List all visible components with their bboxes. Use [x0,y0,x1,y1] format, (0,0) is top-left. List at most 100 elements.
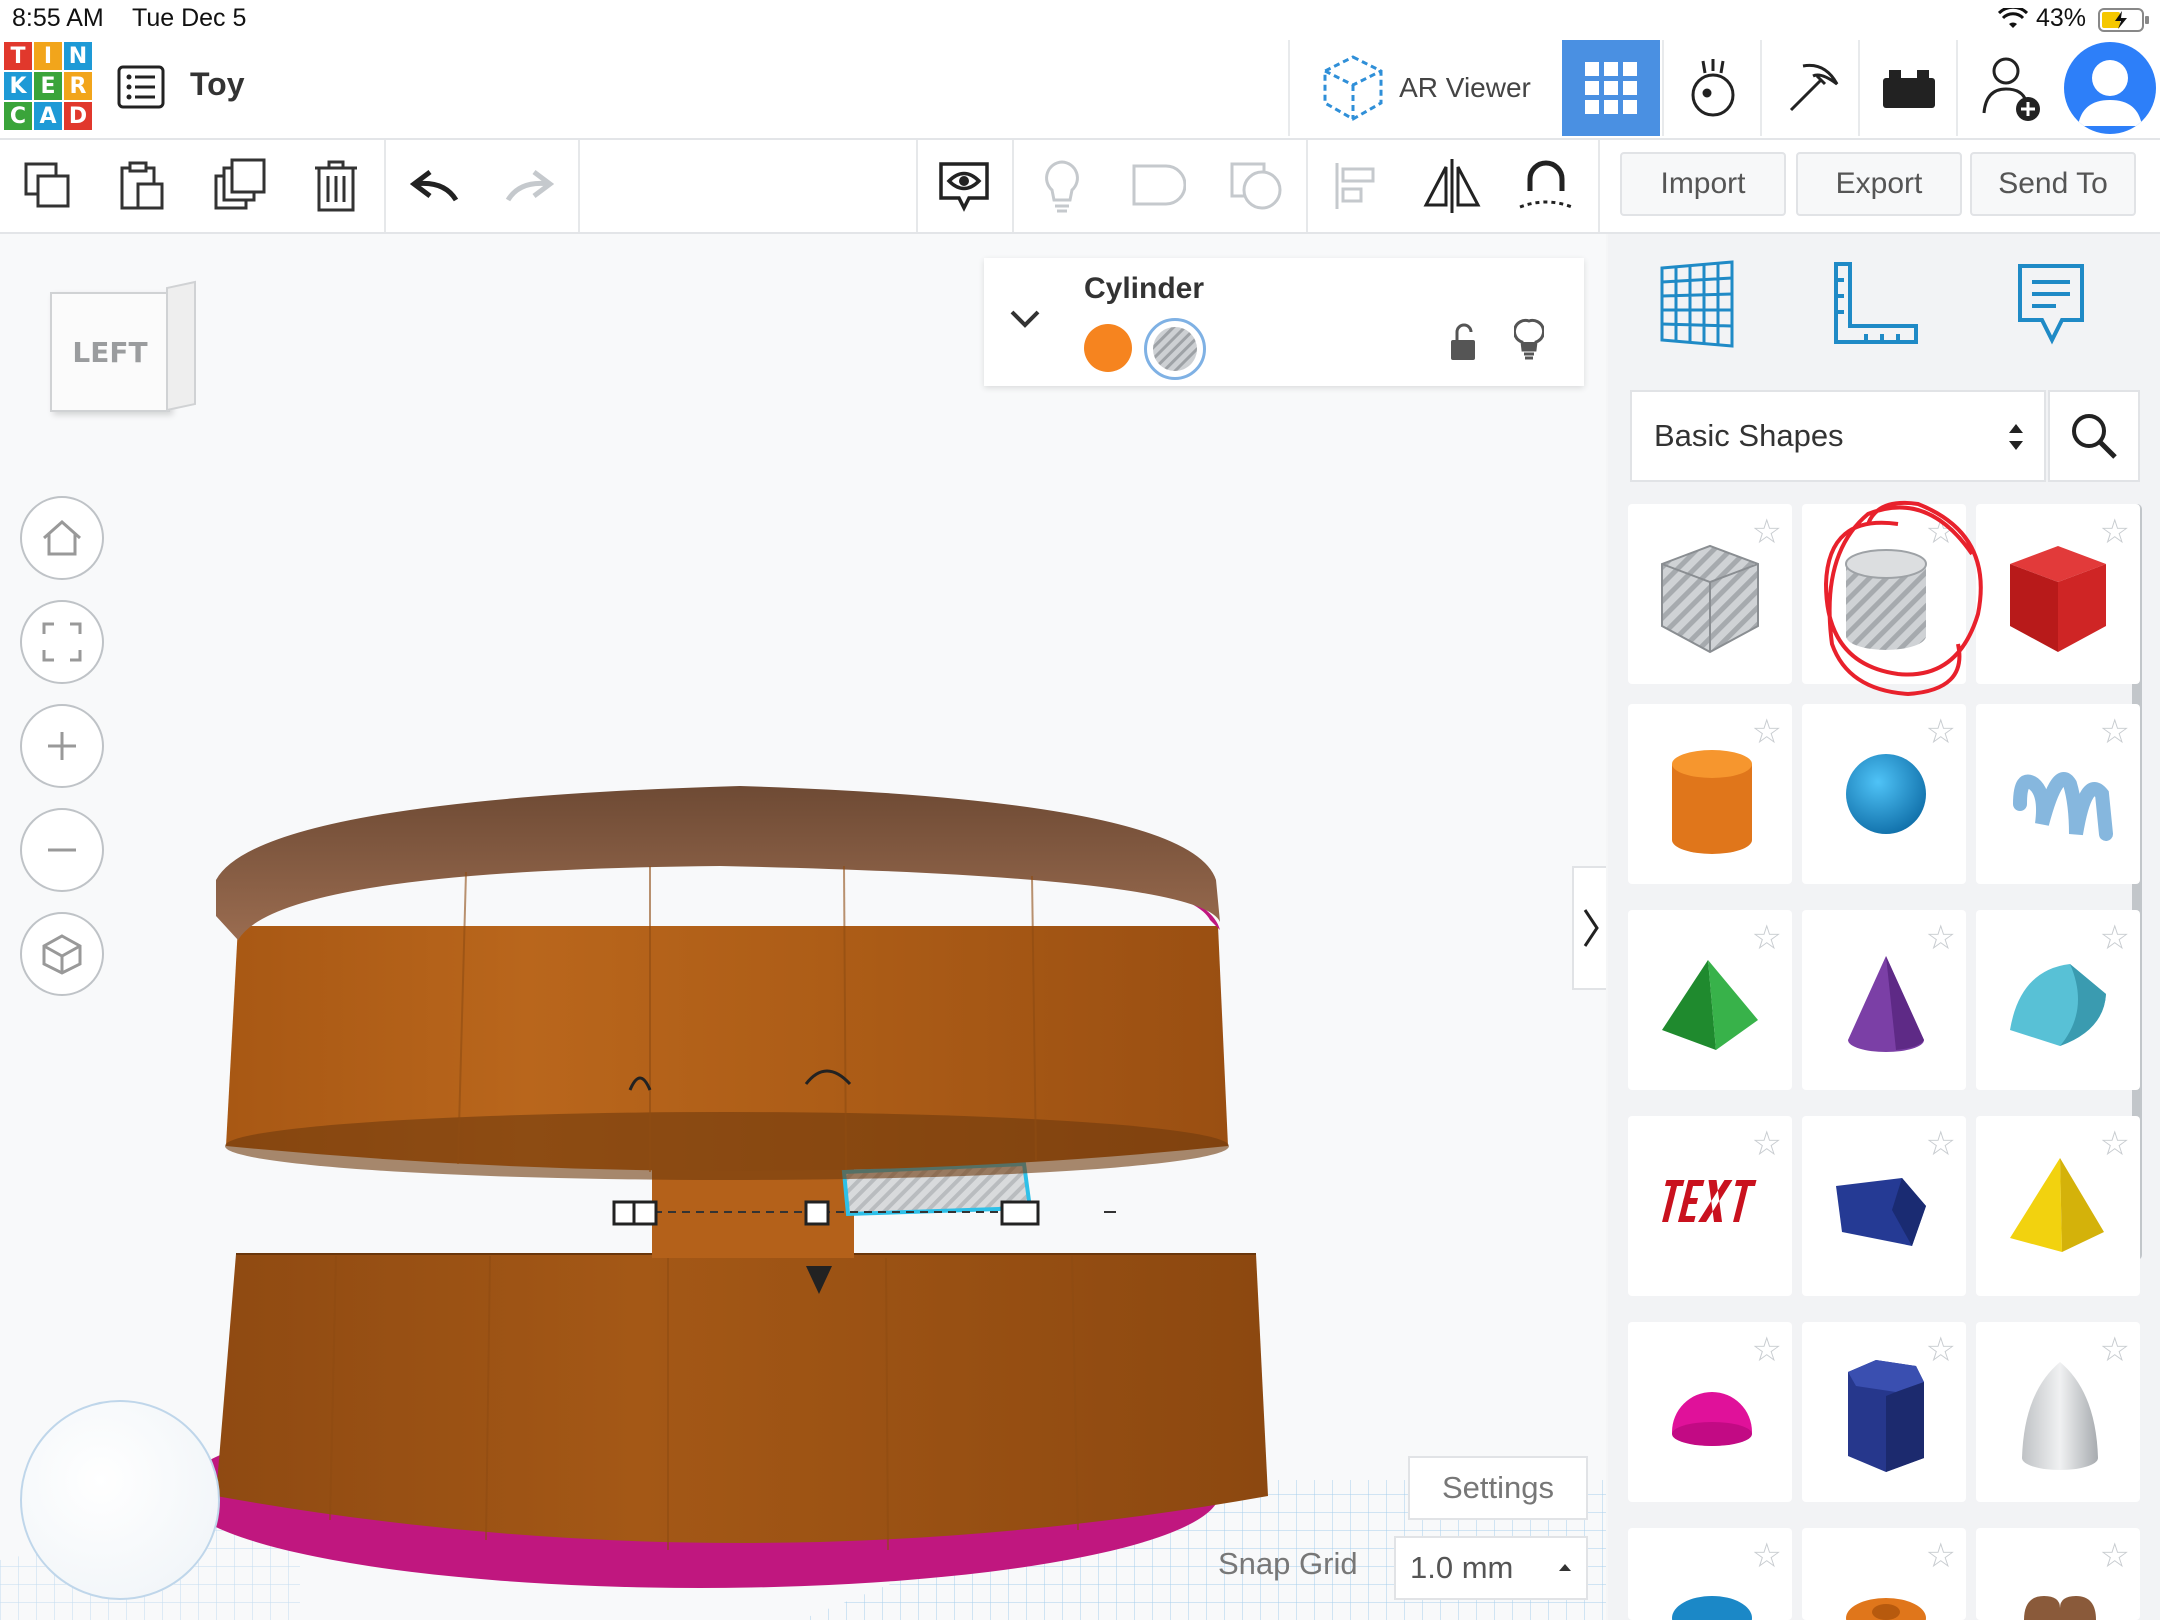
send-to-button[interactable]: Send To [1970,152,2136,216]
favorite-star-icon[interactable]: ☆ [1926,1536,1956,1576]
ruler-icon [1834,262,1918,344]
logo-letter: I [34,42,62,70]
hole-button[interactable] [1144,318,1206,380]
half-sphere-shape[interactable]: ☆ [1628,1322,1792,1502]
box-icon [2010,546,2106,652]
favorite-star-icon[interactable]: ☆ [1752,1536,1782,1576]
copy-button[interactable] [2,140,94,232]
ruler-tool[interactable] [1830,260,1920,350]
bulb-icon[interactable] [1514,318,1544,362]
ar-viewer-button[interactable]: AR Viewer [1288,40,1562,136]
orbit-joystick[interactable] [20,1400,220,1600]
shape-category-select[interactable]: Basic Shapes [1630,390,2046,482]
hexagonal-prism-shape[interactable]: ☆ [1802,1322,1966,1502]
design-list-button[interactable] [116,62,166,112]
snap-grid-select[interactable]: 1.0 mm [1394,1536,1588,1600]
fit-view-button[interactable] [20,600,104,684]
toolbar-divider [1598,140,1600,232]
cone-shape[interactable]: ☆ [1802,910,1966,1090]
import-button[interactable]: Import [1620,152,1786,216]
logo-letter: D [64,102,92,130]
shapes-panel: Basic Shapes ☆ ☆ ☆ ☆ ☆ ☆ ☆ ☆ ☆ ☆ ☆ ☆ ☆ ☆… [1608,234,2160,1620]
add-user-icon [1982,57,2040,121]
ortho-view-button[interactable] [20,912,104,996]
paraboloid-shape[interactable]: ☆ [1976,1322,2140,1502]
copy-icon [24,162,70,208]
zoom-out-button[interactable] [20,808,104,892]
paste-icon [120,161,164,210]
mirror-button[interactable] [1406,140,1498,232]
project-title[interactable]: Toy [190,66,245,103]
collapse-panel-button[interactable] [1572,866,1606,990]
sphere-shape[interactable]: ☆ [1802,704,1966,884]
3d-design-view-button[interactable] [1562,40,1660,136]
group-icon [1132,164,1186,206]
invite-user-button[interactable] [1956,40,2062,136]
delete-button[interactable] [290,140,382,232]
torus-icon [1672,1596,1752,1620]
roof-icon [1662,960,1758,1050]
sim-lab-button[interactable] [1662,40,1762,136]
workplane-grid-icon [1660,260,1734,348]
polygon-icon [1836,1178,1926,1246]
hole-hatch-icon [1153,327,1197,371]
plus-icon [48,732,76,760]
round-roof-icon [2010,964,2106,1046]
view-cube[interactable]: LEFT [46,280,196,412]
paste-button[interactable] [96,140,188,232]
chevron-down-icon[interactable] [1008,308,1042,330]
note-view-button[interactable] [918,140,1010,232]
ungroup-button[interactable] [1210,140,1302,232]
caret-up-icon [1559,1564,1571,1571]
zoom-in-button[interactable] [20,704,104,788]
home-view-button[interactable] [20,496,104,580]
bulb-icon [1045,160,1079,213]
scribble-shape[interactable]: ☆ [1976,704,2140,884]
text-shape[interactable]: ☆ [1628,1116,1792,1296]
undo-button[interactable] [390,140,482,232]
tube-shape[interactable]: ☆ [1802,1528,1966,1620]
favorite-star-icon[interactable]: ☆ [1752,1330,1782,1370]
logo-letter: C [4,102,32,130]
group-button[interactable] [1112,140,1204,232]
favorite-star-icon[interactable]: ☆ [2100,1536,2130,1576]
box-hole-shape[interactable]: ☆ [1628,504,1792,684]
solid-color-button[interactable] [1084,324,1132,372]
view-cube-side-face[interactable] [166,280,196,412]
unlock-icon[interactable] [1448,322,1478,362]
snap-grid-label: Snap Grid [1218,1546,1358,1581]
round-roof-shape[interactable]: ☆ [1976,910,2140,1090]
torus-shape[interactable]: ☆ [1628,1528,1792,1620]
notes-tool[interactable] [2006,260,2096,350]
roof-shape[interactable]: ☆ [1628,910,1792,1090]
cylinder-shape[interactable]: ☆ [1628,704,1792,884]
snap-grid-value: 1.0 mm [1410,1550,1514,1585]
export-button[interactable]: Export [1796,152,1962,216]
redo-button[interactable] [482,140,574,232]
brick-icon [1883,70,1935,108]
view-cube-left-face[interactable]: LEFT [50,292,170,412]
tinkercad-logo[interactable]: T I N K E R C A D [4,42,92,130]
scene-canvas[interactable] [0,234,1606,1620]
bricks-button[interactable] [1858,40,1958,136]
toolbar-divider [578,140,580,232]
workplane-viewport[interactable]: LEFT Cylinder Settings Snap Grid 1.0 mm [0,234,1606,1620]
pyramid-shape[interactable]: ☆ [1976,1116,2140,1296]
settings-button[interactable]: Settings [1408,1456,1588,1520]
user-avatar[interactable] [2064,42,2156,134]
show-all-button[interactable] [1016,140,1108,232]
status-date: Tue Dec 5 [132,4,247,32]
heart-shape[interactable]: ☆ [1976,1528,2140,1620]
apple-drop-icon [1691,59,1735,117]
duplicate-button[interactable] [194,140,286,232]
polygon-shape[interactable]: ☆ [1802,1116,1966,1296]
cruise-button[interactable] [1500,140,1592,232]
sort-arrows-icon [2009,424,2023,450]
align-button[interactable] [1310,140,1402,232]
workplane-tool[interactable] [1652,260,1742,350]
favorite-star-icon[interactable]: ☆ [1752,1124,1782,1164]
blocks-button[interactable] [1760,40,1860,136]
hexagonal-prism-icon [1848,1360,1924,1472]
shape-search-button[interactable] [2048,390,2140,482]
logo-letter: K [4,72,32,100]
